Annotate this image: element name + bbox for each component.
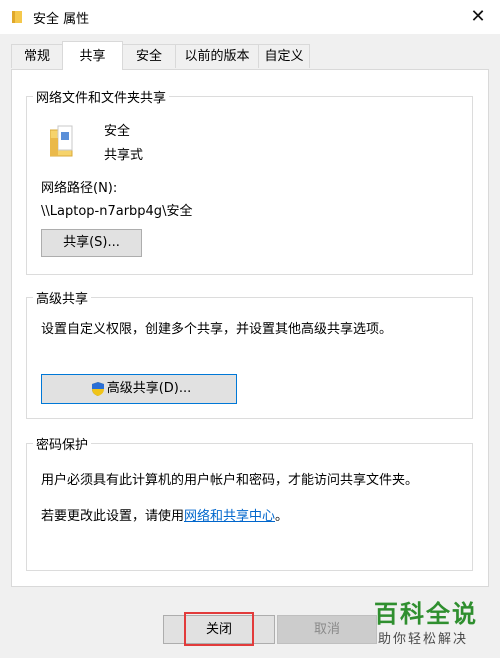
share-state: 共享式	[104, 148, 144, 163]
password-description: 用户必须具有此计算机的用户帐户和密码，才能访问共享文件夹。	[41, 473, 419, 488]
shared-folder-icon	[50, 125, 73, 157]
folder-icon	[12, 11, 22, 23]
close-button[interactable]: 关闭	[163, 615, 275, 644]
uac-shield-icon	[92, 382, 104, 396]
folder-name: 安全	[104, 124, 131, 139]
tab-sharing[interactable]: 共享	[62, 41, 123, 70]
watermark-title: 百科全说	[374, 600, 478, 628]
network-path-value: \\Laptop-n7arbp4g\安全	[41, 204, 193, 219]
tab-customize[interactable]: 自定义	[258, 44, 310, 68]
watermark: 百科全说 助你轻松解决	[370, 592, 490, 652]
close-icon[interactable]: ✕	[466, 5, 490, 29]
watermark-subtitle: 助你轻松解决	[378, 632, 469, 647]
cancel-button[interactable]: 取消	[277, 615, 377, 644]
tab-security[interactable]: 安全	[122, 44, 176, 68]
advanced-sharing-description: 设置自定义权限，创建多个共享，并设置其他高级共享选项。	[41, 322, 393, 337]
network-path-label: 网络路径(N):	[41, 181, 118, 196]
tab-previous-versions[interactable]: 以前的版本	[175, 44, 259, 68]
password-change-text: 若要更改此设置，请使用网络和共享中心。	[41, 505, 288, 524]
share-button[interactable]: 共享(S)...	[41, 229, 142, 257]
title-bar: 安全 属性 ✕	[0, 0, 500, 34]
change-prefix: 若要更改此设置，请使用	[41, 509, 185, 524]
change-suffix: 。	[275, 509, 289, 524]
group-title: 网络文件和文件夹共享	[33, 87, 170, 106]
tab-general[interactable]: 常规	[11, 44, 63, 68]
group-title: 高级共享	[33, 288, 92, 307]
network-sharing-center-link[interactable]: 网络和共享中心	[184, 509, 275, 524]
advanced-sharing-button-label: 高级共享(D)...	[106, 381, 192, 396]
advanced-sharing-button[interactable]: 高级共享(D)...	[41, 374, 237, 404]
group-title: 密码保护	[33, 434, 92, 453]
properties-dialog: 安全 属性 ✕ 常规 共享 安全 以前的版本 自定义 网络文件和文件夹共享 安全…	[0, 0, 500, 658]
window-title: 安全 属性	[33, 12, 90, 27]
